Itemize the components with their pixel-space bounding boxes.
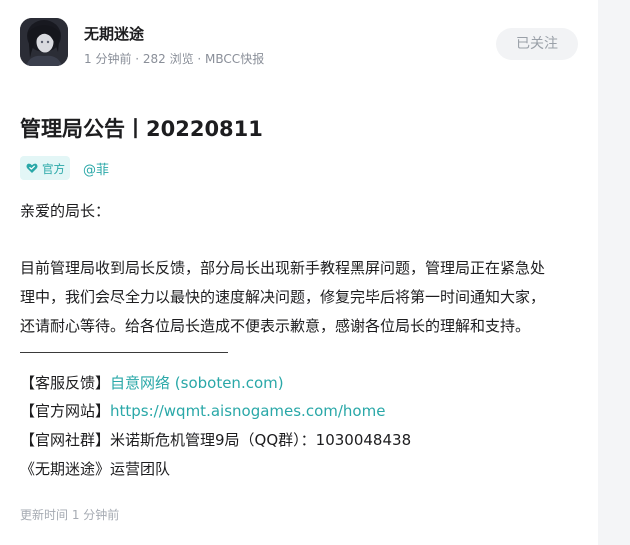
body-line: 还请耐心等待。给各位局长造成不便表示歉意，感谢各位局长的理解和支持。 — [20, 317, 531, 335]
info-label: 【官网社群】 — [20, 431, 111, 449]
info-label: 【客服反馈】 — [20, 374, 111, 392]
official-badge-label: 官方 — [42, 162, 65, 176]
support-link[interactable]: 自意网络 (soboten.com) — [110, 374, 284, 392]
body-line: 目前管理局收到局长反馈，部分局长出现新手教程黑屏问题，管理局正在紧急处 — [20, 259, 546, 277]
post-meta: 1 分钟前 · 282 浏览 · MBCC快报 — [84, 52, 265, 66]
body-line: 理中，我们会尽全力以最快的速度解决问题，修复完毕后将第一时间通知大家， — [20, 288, 546, 306]
follow-button[interactable]: 已关注 — [496, 28, 578, 60]
info-row-community: 【官网社群】米诺斯危机管理9局（QQ群）：1030048438 — [20, 430, 411, 450]
updated-time: 更新时间 1 分钟前 — [20, 508, 120, 522]
info-row-support: 【客服反馈】自意网络 (soboten.com) — [20, 373, 284, 393]
author-name[interactable]: 无期迷途 — [84, 23, 144, 44]
post-header: 无期迷途 1 分钟前 · 282 浏览 · MBCC快报 已关注 — [20, 18, 580, 68]
heart-icon — [26, 163, 38, 173]
post-title: 管理局公告丨20220811 — [20, 117, 263, 141]
signature-text: 《无期迷途》运营团队 — [20, 460, 171, 478]
editor-mention-link[interactable]: @菲 — [83, 159, 109, 178]
info-row-website: 【官方网站】https://wqmt.aisnogames.com/home — [20, 401, 385, 421]
community-info: 米诺斯危机管理9局（QQ群）：1030048438 — [110, 431, 412, 449]
post-card: 无期迷途 1 分钟前 · 282 浏览 · MBCC快报 已关注 管理局公告丨2… — [0, 0, 598, 545]
author-avatar[interactable] — [20, 18, 68, 66]
divider — [20, 352, 228, 353]
info-label: 【官方网站】 — [20, 402, 111, 420]
website-link[interactable]: https://wqmt.aisnogames.com/home — [110, 402, 385, 420]
greeting-text: 亲爱的局长： — [20, 202, 111, 220]
official-badge: 官方 — [20, 156, 70, 180]
